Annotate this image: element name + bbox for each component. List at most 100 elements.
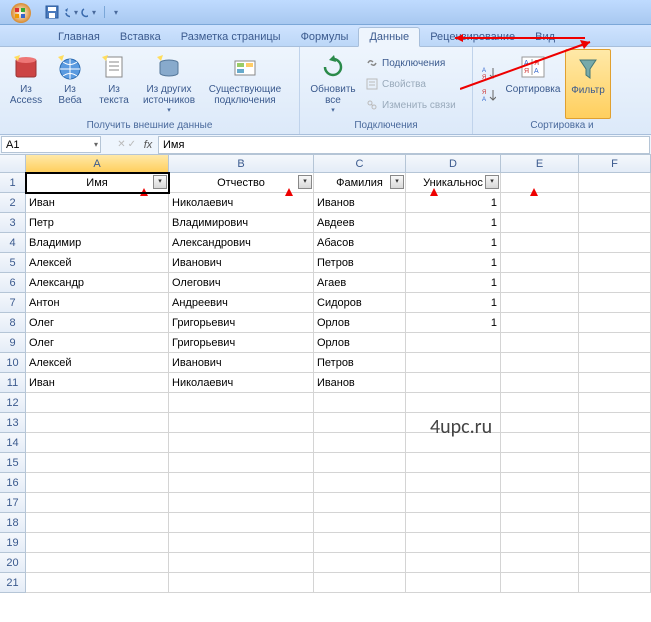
- cell[interactable]: 1: [406, 273, 501, 293]
- cell[interactable]: [501, 553, 579, 573]
- cell[interactable]: [169, 573, 314, 593]
- row-header[interactable]: 17: [0, 493, 26, 513]
- from-other-sources-button[interactable]: Из других источников ▾: [136, 49, 202, 119]
- cell[interactable]: [579, 213, 651, 233]
- from-access-button[interactable]: Из Access: [4, 49, 48, 119]
- cell[interactable]: [406, 453, 501, 473]
- cell[interactable]: [501, 273, 579, 293]
- cell[interactable]: [501, 233, 579, 253]
- cell[interactable]: Орлов: [314, 333, 406, 353]
- row-header[interactable]: 13: [0, 413, 26, 433]
- cell[interactable]: [579, 493, 651, 513]
- cell[interactable]: [501, 353, 579, 373]
- cell[interactable]: [314, 473, 406, 493]
- refresh-all-button[interactable]: Обновить все ▾: [304, 49, 362, 119]
- undo-icon[interactable]: ▾: [62, 4, 78, 20]
- cell[interactable]: [579, 573, 651, 593]
- cell[interactable]: 1: [406, 253, 501, 273]
- chevron-down-icon[interactable]: ▾: [74, 8, 78, 17]
- cell[interactable]: [406, 513, 501, 533]
- redo-icon[interactable]: ▾: [80, 4, 96, 20]
- row-header[interactable]: 16: [0, 473, 26, 493]
- cell[interactable]: [579, 333, 651, 353]
- cell[interactable]: [26, 413, 169, 433]
- filter-dropdown-icon[interactable]: ▾: [153, 175, 167, 189]
- cell[interactable]: [406, 353, 501, 373]
- cell[interactable]: [501, 393, 579, 413]
- row-header[interactable]: 19: [0, 533, 26, 553]
- cell[interactable]: Олег: [26, 333, 169, 353]
- formula-input[interactable]: Имя: [158, 136, 650, 154]
- tab-insert[interactable]: Вставка: [110, 28, 171, 46]
- cell[interactable]: [26, 513, 169, 533]
- row-header[interactable]: 21: [0, 573, 26, 593]
- cell[interactable]: [314, 533, 406, 553]
- cell[interactable]: [26, 493, 169, 513]
- column-header-c[interactable]: C: [314, 155, 406, 173]
- from-web-button[interactable]: Из Веба: [48, 49, 92, 119]
- cell[interactable]: Владимирович: [169, 213, 314, 233]
- cell[interactable]: [501, 533, 579, 553]
- row-header[interactable]: 20: [0, 553, 26, 573]
- row-header[interactable]: 4: [0, 233, 26, 253]
- cell[interactable]: [579, 453, 651, 473]
- cell[interactable]: [501, 293, 579, 313]
- cell[interactable]: Иванович: [169, 253, 314, 273]
- cell[interactable]: 1: [406, 213, 501, 233]
- cell[interactable]: Григорьевич: [169, 313, 314, 333]
- office-button[interactable]: [2, 1, 40, 23]
- row-header[interactable]: 12: [0, 393, 26, 413]
- cell[interactable]: [501, 433, 579, 453]
- row-header[interactable]: 14: [0, 433, 26, 453]
- cell[interactable]: Иванов: [314, 373, 406, 393]
- column-header-b[interactable]: B: [169, 155, 314, 173]
- cell[interactable]: [169, 533, 314, 553]
- row-header[interactable]: 10: [0, 353, 26, 373]
- cell[interactable]: [169, 513, 314, 533]
- tab-home[interactable]: Главная: [48, 28, 110, 46]
- cell[interactable]: Фамилия▾: [314, 173, 406, 193]
- cell[interactable]: Орлов: [314, 313, 406, 333]
- cell[interactable]: [314, 513, 406, 533]
- row-header[interactable]: 7: [0, 293, 26, 313]
- cell[interactable]: [314, 393, 406, 413]
- cell[interactable]: [579, 193, 651, 213]
- cell[interactable]: Имя▾: [26, 173, 169, 193]
- cell[interactable]: Авдеев: [314, 213, 406, 233]
- cell[interactable]: [26, 393, 169, 413]
- cell[interactable]: 1: [406, 233, 501, 253]
- save-icon[interactable]: [44, 4, 60, 20]
- column-header-d[interactable]: D: [406, 155, 501, 173]
- sort-za-button[interactable]: ЯА: [479, 85, 499, 105]
- cell[interactable]: [579, 513, 651, 533]
- cell[interactable]: 1: [406, 193, 501, 213]
- row-header[interactable]: 1: [0, 173, 26, 193]
- cell[interactable]: 1: [406, 313, 501, 333]
- filter-dropdown-icon[interactable]: ▾: [390, 175, 404, 189]
- cell[interactable]: [501, 513, 579, 533]
- cell[interactable]: [579, 433, 651, 453]
- column-header-e[interactable]: E: [501, 155, 579, 173]
- cell[interactable]: [406, 333, 501, 353]
- cell[interactable]: [169, 453, 314, 473]
- cell[interactable]: [406, 473, 501, 493]
- row-header[interactable]: 15: [0, 453, 26, 473]
- cell[interactable]: Николаевич: [169, 373, 314, 393]
- cell[interactable]: [169, 473, 314, 493]
- cell[interactable]: [579, 313, 651, 333]
- filter-dropdown-icon[interactable]: ▾: [485, 175, 499, 189]
- cell[interactable]: [314, 413, 406, 433]
- cell[interactable]: Андреевич: [169, 293, 314, 313]
- cell[interactable]: Иванович: [169, 353, 314, 373]
- cell[interactable]: Иванов: [314, 193, 406, 213]
- existing-connections-button[interactable]: Существующие подключения: [202, 49, 288, 119]
- tab-data[interactable]: Данные: [358, 27, 420, 47]
- cell[interactable]: [501, 373, 579, 393]
- row-header[interactable]: 3: [0, 213, 26, 233]
- cell[interactable]: Уникальнос▾: [406, 173, 501, 193]
- cell[interactable]: [26, 453, 169, 473]
- cell[interactable]: [501, 333, 579, 353]
- from-text-button[interactable]: Из текста: [92, 49, 136, 119]
- chevron-down-icon[interactable]: ▾: [94, 140, 98, 149]
- cell[interactable]: Владимир: [26, 233, 169, 253]
